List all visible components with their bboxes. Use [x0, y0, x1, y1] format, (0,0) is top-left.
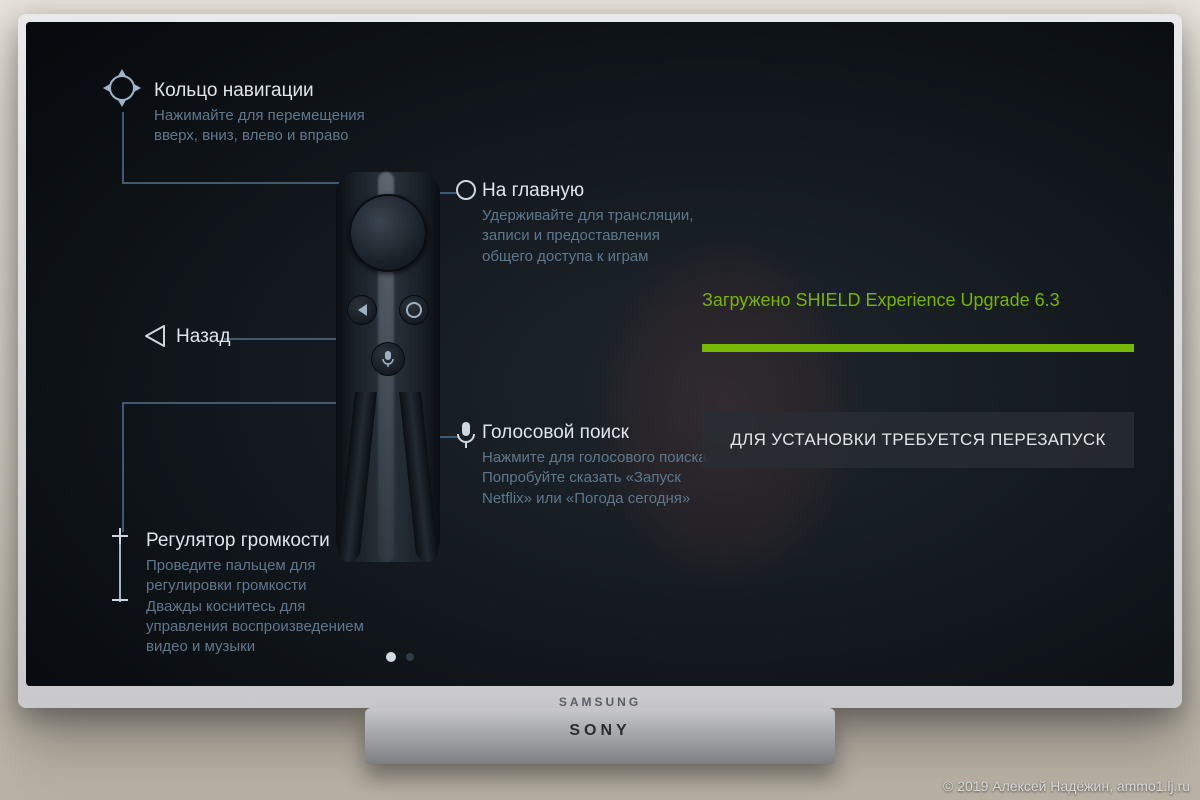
- pager-dot[interactable]: [406, 653, 414, 661]
- connector-line: [122, 402, 342, 404]
- nav-ring-block: Кольцо навигации Нажимайте для перемещен…: [154, 80, 374, 147]
- update-status-title: Загружено SHIELD Experience Upgrade 6.3: [702, 290, 1134, 311]
- dpad-ring-icon: [100, 66, 144, 110]
- ring-icon: [406, 302, 422, 318]
- nav-ring-title: Кольцо навигации: [154, 80, 374, 102]
- back-block: Назад: [176, 326, 336, 352]
- circle-home-icon: [454, 178, 478, 202]
- remote-illustration: [336, 172, 440, 562]
- mic-glyph-icon: [381, 350, 395, 368]
- tv-stand: SONY: [365, 708, 835, 764]
- tv-frame: SAMSUNG Кольцо нав: [18, 14, 1182, 708]
- remote-mic-button: [371, 342, 405, 376]
- home-block: На главную Удерживайте для трансляции, з…: [482, 180, 702, 267]
- voice-title: Голосовой поиск: [482, 422, 712, 444]
- microphone-icon: [454, 420, 478, 450]
- remote-back-button: [347, 295, 377, 325]
- triangle-icon: [358, 304, 367, 316]
- page-indicator[interactable]: [386, 652, 414, 662]
- pager-dot-active[interactable]: [386, 652, 396, 662]
- photo-credit: © 2019 Алексей Надёжин, ammo1.lj.ru: [943, 778, 1190, 794]
- volume-slider-icon: [104, 524, 136, 612]
- remote-home-button: [399, 295, 429, 325]
- home-title: На главную: [482, 180, 702, 202]
- restart-to-install-button[interactable]: ДЛЯ УСТАНОВКИ ТРЕБУЕТСЯ ПЕРЕЗАПУСК: [702, 412, 1134, 468]
- connector-line: [122, 402, 124, 532]
- update-progress-bar: [702, 344, 1134, 352]
- home-desc: Удерживайте для трансляции, записи и пре…: [482, 206, 702, 267]
- connector-line: [122, 182, 342, 184]
- stand-brand-label: SONY: [569, 722, 630, 740]
- remote-button-row: [336, 292, 440, 328]
- tv-brand-label: SAMSUNG: [18, 695, 1182, 709]
- tv-screen: Кольцо навигации Нажимайте для перемещен…: [26, 22, 1174, 686]
- tv-bezel: Кольцо навигации Нажимайте для перемещен…: [26, 22, 1174, 686]
- connector-line: [122, 112, 124, 182]
- nav-ring-desc: Нажимайте для перемещения вверх, вниз, в…: [154, 106, 374, 147]
- volume-desc: Проведите пальцем для регулировки громко…: [146, 556, 376, 657]
- voice-block: Голосовой поиск Нажмите для голосового п…: [482, 422, 712, 509]
- remote-dpad: [349, 194, 427, 272]
- voice-desc: Нажмите для голосового поиска Попробуйте…: [482, 448, 712, 509]
- back-triangle-icon: [142, 322, 170, 350]
- back-title: Назад: [176, 326, 336, 348]
